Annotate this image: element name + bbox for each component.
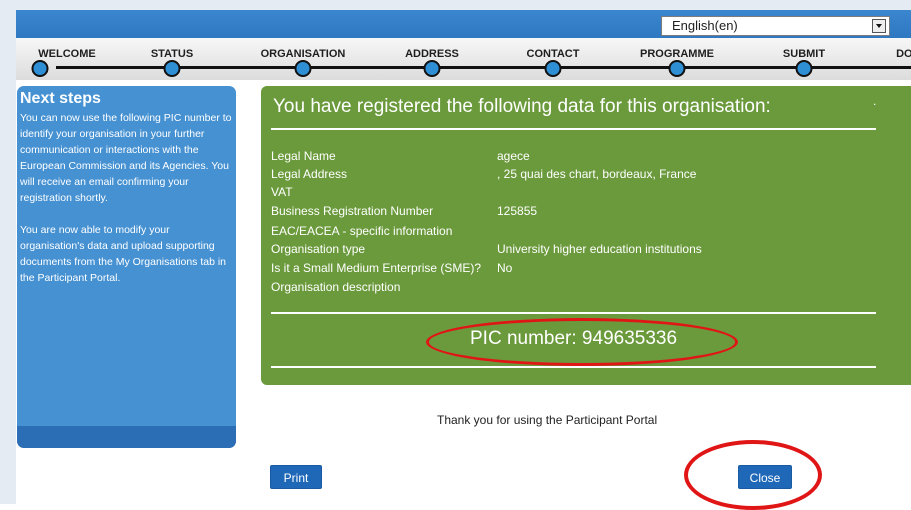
next-steps-paragraph-2: You are now able to modify your organisa… (20, 224, 227, 284)
step-contact-label: CONTACT (526, 48, 580, 60)
field-label: Is it a Small Medium Enterprise (SME)? (271, 261, 482, 275)
left-strip (0, 0, 16, 504)
decorative-dot: . (873, 94, 877, 108)
step-contact-dot (544, 60, 562, 77)
field-value: agece (497, 149, 530, 163)
close-button-highlight-annotation (684, 440, 822, 510)
field-value: , 25 quai des chart, bordeaux, France (497, 167, 697, 181)
step-done-label: DONE (896, 48, 911, 60)
field-label: Business Registration Number (271, 204, 434, 218)
step-organisation-label: ORGANISATION (260, 48, 346, 60)
summary-divider-middle (271, 312, 876, 314)
summary-divider-bottom (271, 366, 876, 368)
field-label: EAC/EACEA - specific information (271, 224, 453, 238)
print-button[interactable]: Print (270, 465, 322, 489)
progress-line (56, 66, 911, 69)
step-status-dot (163, 60, 181, 77)
next-steps-title: Next steps (20, 90, 101, 107)
field-label: VAT (271, 185, 293, 199)
field-value: No (497, 261, 513, 275)
progress-steps-bar: WELCOME STATUS ORGANISATION ADDRESS CONT… (16, 38, 911, 80)
pic-number-highlight-annotation (426, 318, 738, 366)
field-value: University higher education institutions (497, 242, 702, 256)
step-address-label: ADDRESS (405, 48, 459, 60)
next-steps-panel-footer (17, 426, 236, 448)
step-organisation-dot (294, 60, 312, 77)
top-band (0, 0, 911, 10)
step-address-dot (423, 60, 441, 77)
summary-title: You have registered the following data f… (273, 96, 771, 117)
step-programme-label: PROGRAMME (640, 48, 714, 60)
field-label: Legal Name (271, 149, 336, 163)
step-submit-dot (795, 60, 813, 77)
language-select-value: English(en) (672, 18, 738, 33)
chevron-down-icon[interactable] (872, 19, 886, 33)
next-steps-panel: Next steps You can now use the following… (17, 86, 236, 448)
step-submit-label: SUBMIT (782, 48, 826, 60)
language-select[interactable]: English(en) (661, 16, 890, 36)
thank-you-message: Thank you for using the Participant Port… (437, 413, 658, 427)
field-label: Organisation type (271, 242, 366, 256)
summary-divider-top (271, 128, 876, 130)
field-value: 125855 (497, 204, 538, 218)
step-programme-dot (668, 60, 686, 77)
field-label: Organisation description (271, 280, 401, 294)
step-status-label: STATUS (150, 48, 194, 60)
field-label: Legal Address (271, 167, 348, 181)
next-steps-paragraph-1: You can now use the following PIC number… (20, 112, 232, 204)
step-welcome-label: WELCOME (38, 48, 96, 60)
step-welcome-dot (31, 60, 49, 77)
